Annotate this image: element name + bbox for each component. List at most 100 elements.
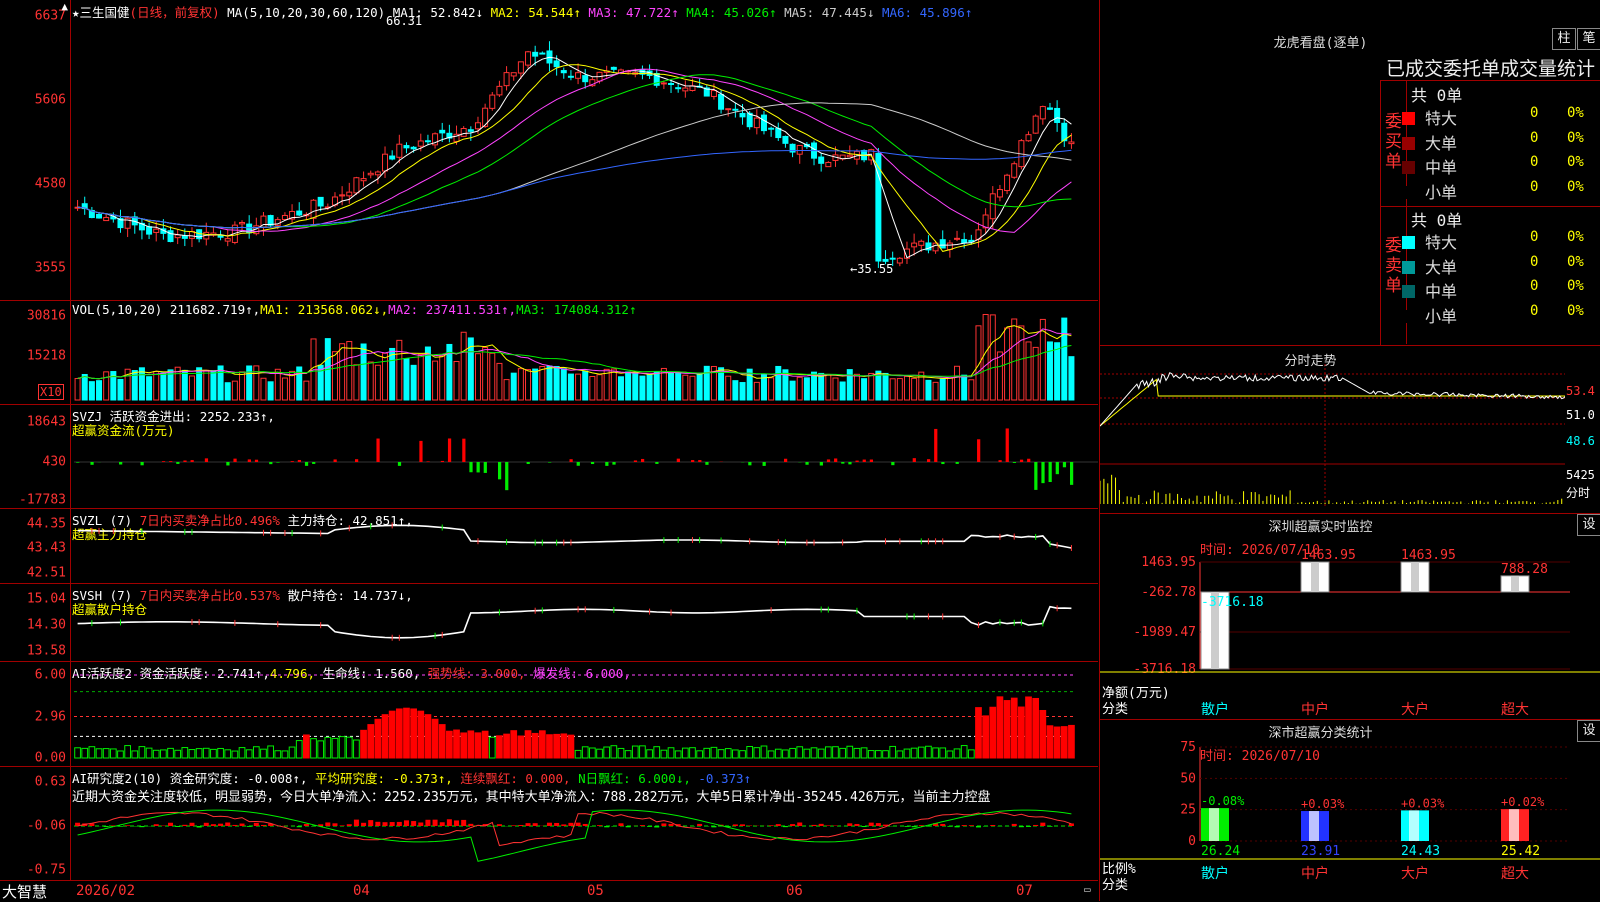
activity-bar <box>611 746 617 758</box>
volume-bar <box>869 373 874 400</box>
volume-bar <box>197 368 202 400</box>
activity-bar <box>389 711 395 758</box>
svzj-bar <box>426 461 429 462</box>
sell-label: 小单 <box>1425 307 1457 326</box>
buy-count: 0 <box>1530 105 1538 121</box>
sell-percent: 0% <box>1567 254 1584 270</box>
activity-bar <box>883 751 889 758</box>
volume-chart[interactable] <box>0 300 1098 404</box>
activity-bar <box>404 708 410 758</box>
candle-body <box>97 214 102 218</box>
research-bar <box>1026 826 1031 827</box>
volume-bar <box>854 374 859 400</box>
research-bar <box>118 826 123 827</box>
research-bar <box>104 826 109 827</box>
volume-bar <box>390 348 395 400</box>
activity-bar <box>282 751 288 758</box>
research-bar <box>590 826 595 827</box>
szm-tick: -3716.18 <box>1133 662 1196 677</box>
volume-bar <box>554 367 559 400</box>
activity-bar <box>933 748 939 758</box>
candle-body <box>440 130 445 133</box>
activity-bar <box>132 751 138 758</box>
volume-bar <box>604 369 609 400</box>
candle-body <box>240 222 245 223</box>
research-bar <box>497 824 502 826</box>
szm-bar-shade <box>1311 562 1319 592</box>
research-bar <box>976 826 981 827</box>
volume-bar <box>690 376 695 400</box>
ai-research-panel[interactable]: 0.63 -0.06 -0.75 AI研究度2(10) 资金研究度: -0.00… <box>0 766 1098 881</box>
research-bar <box>125 825 130 826</box>
svzj-bar <box>176 462 179 464</box>
candle-body <box>1055 108 1060 122</box>
intraday-vol-unit: 分时 <box>1566 484 1590 501</box>
volume-bar <box>82 374 87 400</box>
activity-bar <box>196 749 202 758</box>
svsh-chart[interactable] <box>0 583 1098 661</box>
szc-bar-shade <box>1209 808 1219 841</box>
lock-icon[interactable]: ▭ <box>1084 883 1091 896</box>
research-bar <box>969 825 974 826</box>
candle-body <box>461 129 466 137</box>
activity-bar <box>690 748 696 758</box>
research-bar <box>862 826 867 827</box>
candle-body <box>990 194 995 219</box>
svzl-panel[interactable]: 44.35 43.43 42.51 SVZL (7) 7日内买卖净占比0.496… <box>0 508 1098 584</box>
candle-body <box>1033 116 1038 133</box>
volume-bar <box>797 377 802 400</box>
ai-activity-panel[interactable]: 6.00 2.96 0.00 AI活跃度2 资金活跃度: 2.741↑,4.79… <box>0 661 1098 767</box>
research-bar <box>604 826 609 827</box>
research-bar <box>354 820 359 826</box>
research-bar <box>518 825 523 826</box>
szc-top-label: +0.03% <box>1401 796 1445 810</box>
intraday-panel[interactable]: 分时走势 53.4 51.0 48.6 5425 分时 <box>1099 345 1600 514</box>
research-bar <box>247 826 252 827</box>
volume-bar <box>189 376 194 400</box>
svzj-panel[interactable]: 18643 430 -17783 SVZJ 活跃资金进出: 2252.233↑,… <box>0 404 1098 509</box>
buy-row-2: 大单00% <box>1402 130 1457 152</box>
volume-bar <box>483 347 488 400</box>
research-bar <box>711 826 716 827</box>
sell-label: 中单 <box>1425 282 1457 301</box>
volume-bar <box>740 383 745 400</box>
research-bar <box>361 823 366 826</box>
activity-bar <box>332 738 338 758</box>
svsh-panel[interactable]: 15.04 14.30 13.58 SVSH (7) 7日内买卖净占比0.537… <box>0 583 1098 662</box>
research-bar <box>261 825 266 826</box>
svzl-chart[interactable] <box>0 508 1098 583</box>
bar-view-button[interactable]: 柱 <box>1552 28 1576 50</box>
volume-bar <box>919 372 924 400</box>
research-bar <box>304 824 309 826</box>
volume-bar <box>383 353 388 400</box>
ai-research-chart[interactable] <box>0 766 1098 880</box>
intraday-chart[interactable] <box>1100 346 1565 514</box>
volume-bar <box>332 352 337 400</box>
volume-bar <box>204 370 209 400</box>
price-panel[interactable]: 6637 5606 4580 3555 ▲ ★三生国健(日线，前复权) MA(5… <box>0 0 1098 301</box>
volume-bar <box>540 366 545 400</box>
activity-bar <box>682 748 688 758</box>
svzj-chart[interactable] <box>0 404 1098 508</box>
volume-bar <box>526 370 531 400</box>
candle-body <box>282 215 287 219</box>
svzj-bar <box>233 459 236 462</box>
activity-bar <box>597 749 603 758</box>
tick-view-button[interactable]: 笔 <box>1577 28 1600 50</box>
ai-activity-chart[interactable] <box>0 661 1098 766</box>
activity-bar <box>411 709 417 758</box>
volume-bar <box>561 369 566 400</box>
volume-panel[interactable]: 30816 15218 X10 VOL(5,10,20) 211682.719↑… <box>0 300 1098 405</box>
research-bar <box>1033 825 1038 826</box>
ma30-line <box>78 75 1072 228</box>
volume-bar <box>475 354 480 400</box>
candlestick-chart[interactable] <box>0 0 1098 300</box>
sell-swatch <box>1402 285 1415 298</box>
volume-bar <box>182 370 187 400</box>
activity-bar <box>747 747 753 758</box>
volume-bar <box>704 366 709 400</box>
activity-bar <box>489 737 495 758</box>
research-green-line <box>78 810 1072 861</box>
activity-bar <box>561 734 567 758</box>
candle-body <box>540 53 545 54</box>
